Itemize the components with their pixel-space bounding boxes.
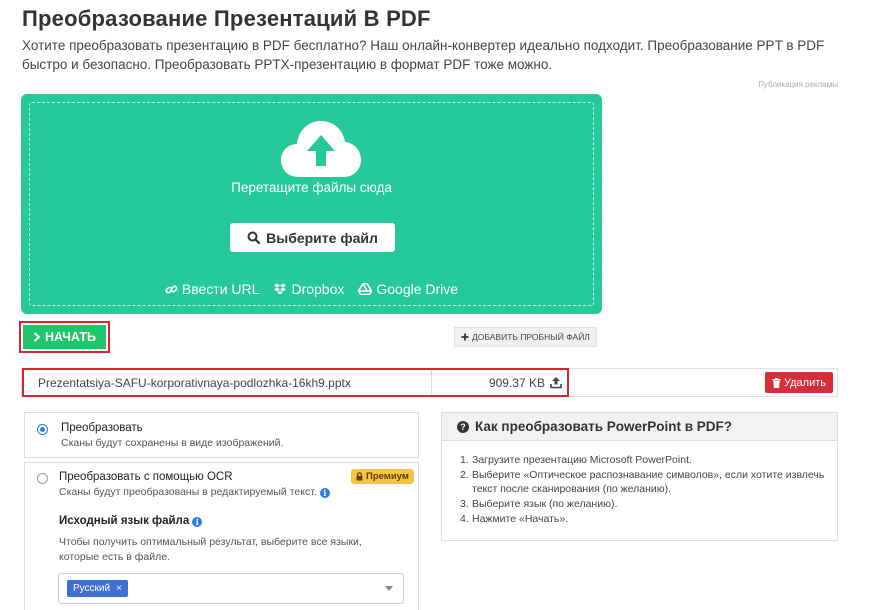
file-info-highlight: Prezentatsiya-SAFU-korporativnaya-podloz… [22,368,569,397]
chevron-right-icon [33,332,41,342]
language-heading: Исходный язык файла [59,515,190,527]
dropbox-label: Dropbox [291,281,345,297]
lock-icon [356,472,363,481]
google-drive-label: Google Drive [376,281,459,297]
choose-file-label: Выберите файл [266,229,378,246]
language-select[interactable]: Русский × [58,573,404,604]
file-name: Prezentatsiya-SAFU-korporativnaya-podloz… [38,376,351,390]
premium-label: Премиум [366,471,409,482]
chip-remove-icon[interactable]: × [116,583,122,594]
upload-sources: Ввести URL Dropbox Google Drive [30,281,593,297]
dropbox-icon [274,283,287,294]
ads-note[interactable]: Публикация рекламы [758,80,838,89]
start-button[interactable]: НАЧАТЬ [23,325,106,349]
ocr-title: Преобразовать с помощью OCR [59,471,233,483]
drop-hint: Перетащите файлы сюда [231,180,392,195]
add-sample-file-button[interactable]: ДОБАВИТЬ ПРОБНЫЙ ФАЙЛ [454,327,597,347]
file-size: 909.37 KB [488,376,545,390]
howto-panel: ? Как преобразовать PowerPoint в PDF? 1.… [441,412,838,541]
language-heading-wrap: Исходный язык файла i [59,515,203,527]
ocr-radio[interactable] [37,473,48,484]
ocr-subtitle: Сканы будут преобразованы в редактируемы… [59,486,317,498]
info-icon[interactable]: i [192,517,203,527]
howto-steps: 1. Загрузите презентацию Microsoft PowerP… [460,453,830,527]
chevron-down-icon[interactable] [385,586,393,591]
plus-icon [461,333,469,341]
link-icon [165,284,178,294]
search-icon [247,231,261,244]
upload-dropzone[interactable]: Перетащите файлы сюда Выберите файл Ввес… [21,94,602,314]
dropzone-border: Перетащите файлы сюда Выберите файл Ввес… [29,102,594,306]
file-divider [431,370,432,395]
howto-step: 1. Загрузите презентацию Microsoft PowerP… [460,454,692,466]
choose-file-button[interactable]: Выберите файл [230,223,395,252]
delete-label: Удалить [784,376,826,389]
premium-badge: Премиум [351,469,414,484]
google-drive-icon [358,283,373,295]
delete-file-button[interactable]: Удалить [765,372,833,393]
howto-step: 4. Нажмите «Начать». [460,512,569,525]
enter-url-label: Ввести URL [181,281,260,297]
enter-url-link[interactable]: Ввести URL [165,281,260,297]
info-icon[interactable]: i [319,488,330,498]
ocr-subtitle-wrap: Сканы будут преобразованы в редактируемы… [59,486,330,498]
trash-icon [772,377,781,388]
language-hint: Чтобы получить оптимальный результат, вы… [59,536,362,563]
convert-radio[interactable] [37,424,48,435]
language-chip-label: Русский [73,583,111,594]
add-sample-label: ДОБАВИТЬ ПРОБНЫЙ ФАЙЛ [472,332,590,342]
dropbox-link[interactable]: Dropbox [273,281,344,297]
howto-step: 3. Выберите язык (по желанию). [460,498,618,511]
howto-step: 2. Выберите «Оптическое распознавание сим… [460,468,825,496]
start-button-highlight: НАЧАТЬ [19,321,110,353]
start-label: НАЧАТЬ [45,330,96,344]
upload-icon[interactable] [550,376,562,389]
page-title: Преобразование Презентаций В PDF [22,6,431,31]
howto-title: Как преобразовать PowerPoint в PDF? [475,419,733,434]
howto-header: ? Как преобразовать PowerPoint в PDF? [442,413,837,441]
cloud-upload-icon [281,121,361,177]
option-ocr[interactable]: Преобразовать с помощью OCR Премиум Скан… [24,462,419,610]
google-drive-link[interactable]: Google Drive [358,281,458,297]
option-convert[interactable]: Преобразовать Сканы будут сохранены в ви… [24,412,419,458]
question-icon: ? [457,420,469,433]
convert-title: Преобразовать [61,422,143,434]
language-chip: Русский × [67,580,128,597]
convert-subtitle: Сканы будут сохранены в виде изображений… [61,437,284,449]
page-description: Хотите преобразовать презентацию в PDF б… [22,38,825,72]
